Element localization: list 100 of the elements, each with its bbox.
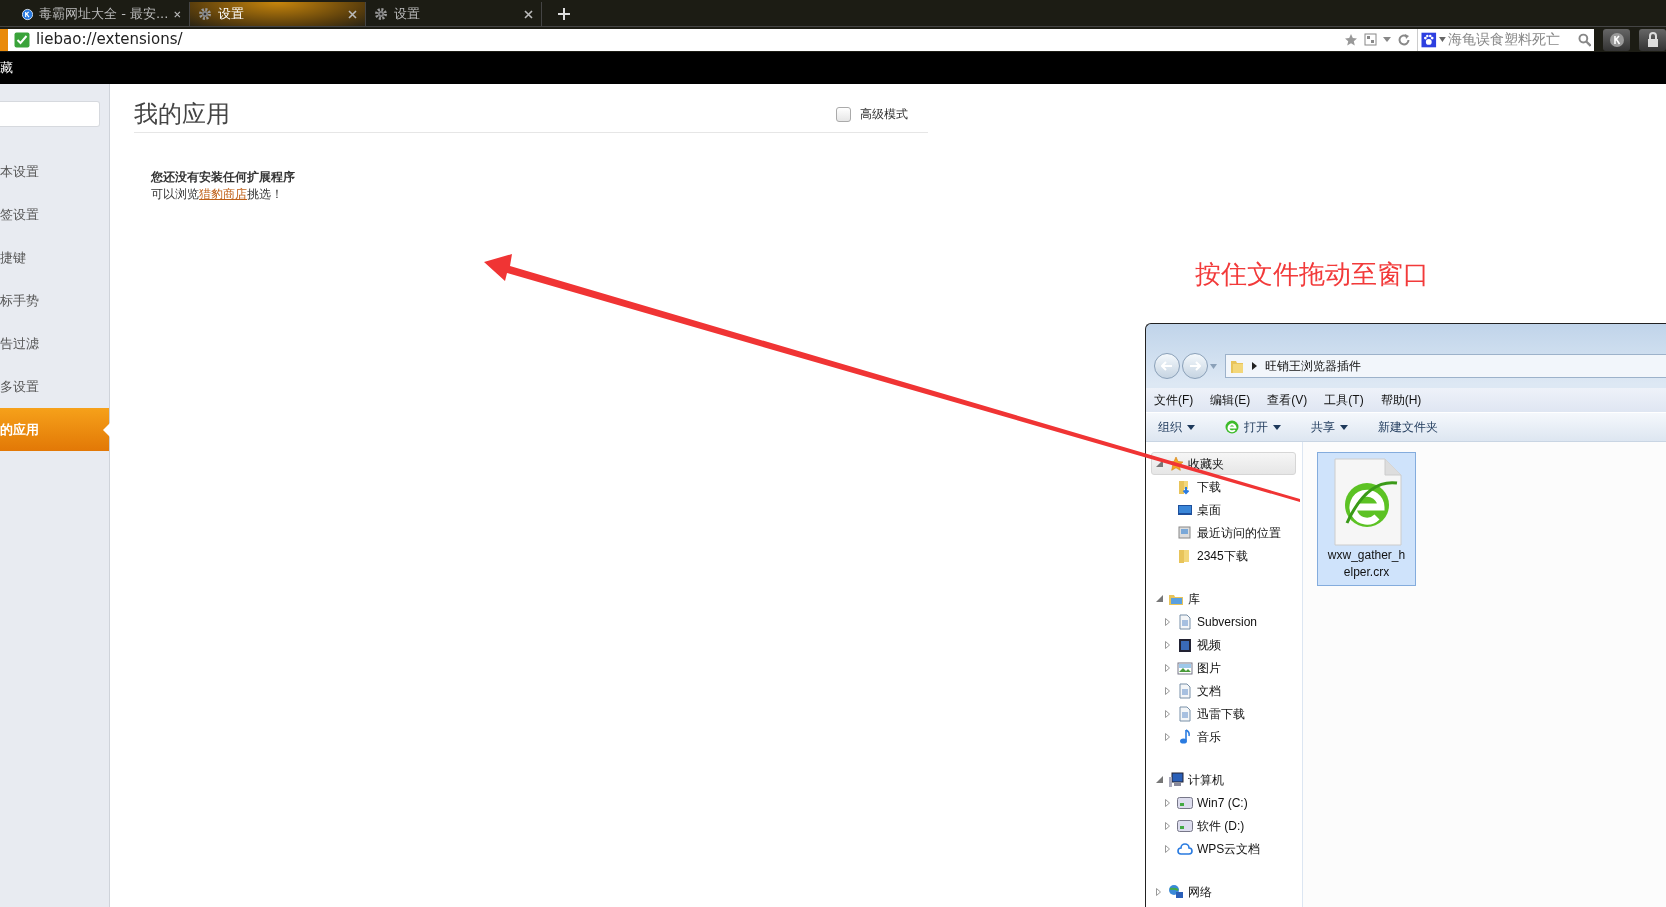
tree-item[interactable]: 音乐: [1197, 727, 1221, 746]
music-note-icon: [1177, 728, 1193, 745]
cloud-icon: [1177, 840, 1193, 857]
toolbar-button[interactable]: 新建文件夹: [1378, 418, 1438, 436]
menu-item[interactable]: 查看(V): [1267, 391, 1308, 409]
tree-item[interactable]: 图片: [1197, 658, 1221, 677]
chevron-icon[interactable]: [1252, 362, 1257, 370]
collapsed-triangle-icon[interactable]: [1165, 732, 1170, 741]
search-icon[interactable]: [1577, 32, 1592, 47]
close-icon[interactable]: [524, 9, 533, 19]
sidebar-item[interactable]: 签设置: [0, 193, 109, 236]
tree-item[interactable]: Subversion: [1197, 612, 1258, 631]
collapsed-triangle-icon[interactable]: [1165, 663, 1170, 672]
toolbar-button[interactable]: 打开: [1225, 418, 1281, 436]
caret-icon: [1273, 424, 1281, 430]
collapsed-triangle-icon[interactable]: [1165, 617, 1170, 626]
folder-icon: [1230, 358, 1244, 374]
sidebar-item[interactable]: 标手势: [0, 279, 109, 322]
tree-item[interactable]: 视频: [1197, 635, 1221, 654]
forward-arrow-icon: [1189, 361, 1201, 371]
toolbar-button[interactable]: 组织: [1158, 418, 1195, 436]
checkbox-label[interactable]: 高级模式: [860, 105, 908, 123]
e-logo-icon: [1225, 420, 1239, 434]
tree-item[interactable]: Win7 (C:): [1197, 793, 1248, 812]
tree-item[interactable]: 网络: [1146, 880, 1302, 903]
collapsed-triangle-icon[interactable]: [1165, 640, 1170, 649]
expanded-triangle-icon[interactable]: [1156, 595, 1163, 602]
tree-item[interactable]: 计算机: [1146, 768, 1302, 791]
collapsed-triangle-icon[interactable]: [1165, 686, 1170, 695]
annotation-text: 按住文件拖动至窗口: [1195, 258, 1429, 291]
window-icon: [1177, 524, 1193, 541]
menu-item[interactable]: 文件(F): [1154, 391, 1194, 409]
forward-button[interactable]: [1182, 353, 1208, 379]
k-logo-icon: [22, 6, 34, 22]
toolbar-button[interactable]: 共享: [1311, 418, 1348, 436]
caret-icon[interactable]: [1438, 37, 1446, 42]
refresh-icon[interactable]: [1397, 32, 1412, 47]
search-field[interactable]: [0, 101, 100, 127]
bookmark-link[interactable]: 藏: [0, 58, 13, 78]
expanded-triangle-icon[interactable]: [1156, 776, 1163, 783]
sidebar-item[interactable]: 捷键: [0, 236, 109, 279]
close-icon[interactable]: [174, 9, 181, 19]
tree-item[interactable]: WPS云文档: [1197, 839, 1261, 858]
close-icon[interactable]: [348, 9, 357, 19]
address-bar[interactable]: liebao://extensions/: [7, 28, 1418, 51]
sidebar-item[interactable]: 告过滤: [0, 322, 109, 365]
tree-item[interactable]: 软件 (D:): [1197, 816, 1245, 835]
secure-check-icon: [13, 31, 30, 48]
back-arrow-icon: [1161, 361, 1173, 371]
collapsed-triangle-icon[interactable]: [1165, 821, 1170, 830]
qr-code-icon[interactable]: [1364, 33, 1378, 46]
lock-icon: [1645, 31, 1660, 48]
file-item[interactable]: wxw_gather_helper.crx: [1317, 452, 1416, 586]
drive-icon: [1177, 794, 1193, 811]
path-bar[interactable]: 旺销王浏览器插件: [1225, 354, 1666, 378]
k-button[interactable]: [1603, 28, 1631, 51]
caret-icon[interactable]: [1383, 37, 1392, 42]
image-icon: [1177, 659, 1193, 676]
globe-icon: [1168, 883, 1184, 900]
caret-icon: [1187, 424, 1195, 430]
sidebar-item[interactable]: 本设置: [0, 150, 109, 193]
film-icon: [1177, 636, 1193, 653]
search-field[interactable]: 海龟误食塑料死亡: [1417, 28, 1595, 51]
drive-icon: [1177, 817, 1193, 834]
gear-icon: [374, 7, 388, 21]
menu-item[interactable]: 帮助(H): [1380, 391, 1422, 409]
browser-tab[interactable]: 设置: [190, 2, 366, 26]
menu-button[interactable]: [0, 28, 8, 51]
tree-item[interactable]: 桌面: [1197, 500, 1221, 519]
tree-item[interactable]: 迅雷下载: [1197, 704, 1245, 723]
back-button[interactable]: [1154, 353, 1180, 379]
page-title: 我的应用: [134, 99, 230, 130]
plus-icon[interactable]: [558, 8, 570, 20]
collapsed-triangle-icon[interactable]: [1165, 844, 1170, 853]
gear-icon: [198, 7, 212, 21]
empty-title: 您还没有安装任何扩展程序: [151, 169, 296, 186]
checkbox[interactable]: [836, 106, 851, 122]
store-link[interactable]: 猎豹商店: [199, 187, 247, 201]
collapsed-triangle-icon[interactable]: [1165, 798, 1170, 807]
path-segment[interactable]: 旺销王浏览器插件: [1265, 357, 1361, 375]
empty-message: 可以浏览猎豹商店挑选！: [151, 186, 284, 203]
tree-item[interactable]: 2345下载: [1197, 546, 1248, 565]
lock-button[interactable]: [1639, 28, 1666, 51]
tree-item[interactable]: 文档: [1197, 681, 1221, 700]
collapsed-triangle-icon[interactable]: [1156, 887, 1161, 896]
paw-icon: [1421, 31, 1437, 48]
star-icon[interactable]: [1344, 32, 1359, 47]
sidebar-item[interactable]: 多设置: [0, 365, 109, 408]
menu-item[interactable]: 工具(T): [1324, 391, 1364, 409]
document-icon: [1177, 682, 1193, 699]
caret-icon: [1340, 424, 1348, 430]
tree-item[interactable]: 库: [1146, 587, 1302, 610]
menu-item[interactable]: 编辑(E): [1210, 391, 1251, 409]
collapsed-triangle-icon[interactable]: [1165, 709, 1170, 718]
computer-icon: [1168, 771, 1184, 788]
k-logo-icon: [1608, 31, 1625, 48]
document-icon: [1177, 613, 1193, 630]
tree-item[interactable]: 下载: [1197, 477, 1221, 496]
document-icon: [1177, 705, 1193, 722]
tree-item[interactable]: 最近访问的位置: [1197, 523, 1281, 542]
